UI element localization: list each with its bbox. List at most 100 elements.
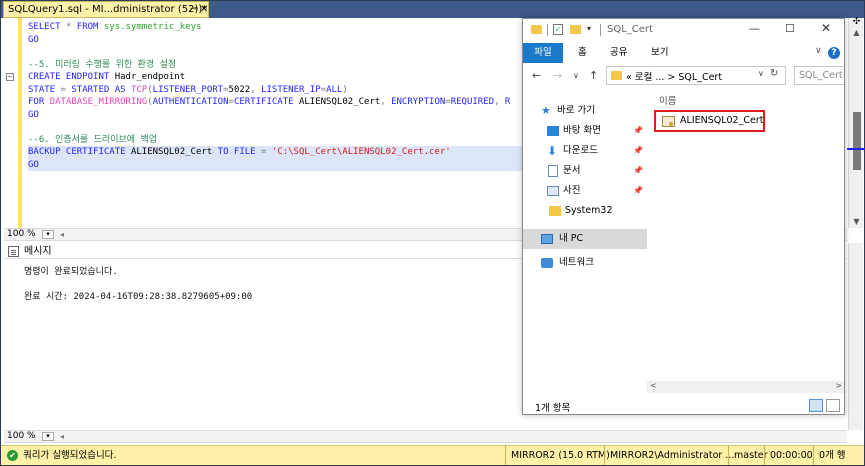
recent-locations-icon[interactable]: ∨	[573, 71, 579, 80]
code-line[interactable]	[28, 46, 528, 59]
query-tab-title: SQLQuery1.sql - MI...dministrator (52))*	[8, 4, 208, 15]
expand-ribbon-icon[interactable]: ∨	[815, 46, 822, 56]
code-token: CERTIFICATE	[233, 97, 299, 107]
nav-downloads-label: 다운로드	[563, 145, 598, 156]
address-path[interactable]: « 로컬 ... > SQL_Cert	[626, 69, 722, 83]
database-name: master	[728, 446, 768, 465]
explorer-title-bar[interactable]: ✓ ▾ SQL_Cert — ☐ ✕	[523, 19, 844, 43]
forward-icon[interactable]: →	[553, 69, 562, 82]
pin-icon[interactable]: 📌	[633, 181, 643, 201]
editor-zoom-value[interactable]: 100 %	[7, 229, 36, 240]
refresh-icon[interactable]: ↻	[770, 68, 778, 79]
messages-icon	[8, 246, 19, 257]
nav-quick-access-label: 바로 가기	[557, 105, 595, 116]
code-line[interactable]: SELECT * FROM sys.symmetric_keys	[28, 21, 528, 34]
scroll-left-icon[interactable]: ◂	[60, 431, 64, 442]
code-token: --6. 인증서를 드라이브에 백업	[28, 134, 158, 145]
pin-icon[interactable]: 📌	[633, 161, 643, 181]
help-icon[interactable]: ?	[828, 47, 840, 59]
explorer-status-bar: 1개 항목	[523, 396, 844, 414]
code-token: GO	[28, 34, 39, 45]
nav-documents[interactable]: 문서 📌	[523, 161, 647, 181]
nav-desktop[interactable]: 바탕 화면 📌	[523, 121, 647, 141]
folder-icon	[611, 71, 622, 80]
close-icon[interactable]: ✕	[200, 2, 208, 17]
tab-file[interactable]: 파일	[523, 43, 563, 63]
code-token: BACKUP CERTIFICATE	[28, 147, 131, 157]
navigation-pane: ★ 바로 가기 바탕 화면 📌 ⬇ 다운로드 📌 문서 📌 사진 📌 Syste…	[523, 93, 647, 393]
scroll-down-icon[interactable]: ▼	[849, 217, 864, 226]
pin-icon[interactable]: 📌	[633, 141, 643, 161]
folder-icon	[549, 206, 561, 216]
chevron-down-icon[interactable]: ∨	[758, 69, 764, 78]
pin-icon[interactable]: ⊸	[190, 2, 198, 17]
query-status-bar: ✔ 쿼리가 실행되었습니다. MIRROR2 (15.0 RTM) MIRROR…	[1, 445, 864, 465]
code-line[interactable]: BACKUP CERTIFICATE ALIENSQL02_Cert TO FI…	[28, 146, 528, 159]
nav-this-pc-label: 내 PC	[559, 233, 584, 244]
large-icons-view-icon[interactable]	[826, 399, 840, 412]
code-token: LISTENER_IP	[261, 84, 321, 95]
nav-downloads[interactable]: ⬇ 다운로드 📌	[523, 141, 647, 161]
name-column-header[interactable]: 이름	[659, 93, 676, 107]
query-tab[interactable]: SQLQuery1.sql - MI...dministrator (52))*…	[3, 1, 209, 18]
minimize-icon[interactable]: —	[749, 22, 760, 35]
scroll-right-icon[interactable]: >	[835, 381, 842, 390]
back-icon[interactable]: ←	[532, 69, 541, 82]
code-line[interactable]: GO	[28, 34, 528, 47]
scroll-up-icon[interactable]: ▲	[849, 28, 864, 37]
collapse-icon[interactable]: −	[6, 73, 14, 81]
chevron-down-icon[interactable]: ▾	[42, 230, 54, 239]
code-line[interactable]: CREATE ENDPOINT Hadr_endpoint	[28, 71, 528, 84]
nav-this-pc[interactable]: 내 PC	[523, 229, 647, 249]
nav-network[interactable]: 네트워크	[523, 253, 647, 273]
computer-icon	[541, 234, 553, 244]
download-icon: ⬇	[547, 144, 558, 158]
code-line[interactable]	[28, 121, 528, 134]
code-line[interactable]: --5. 미러링 수행를 위한 환경 설정	[28, 59, 528, 72]
new-folder-icon[interactable]	[570, 25, 581, 34]
address-bar[interactable]: « 로컬 ... > SQL_Cert ∨ ↻	[606, 66, 786, 85]
code-line[interactable]: GO	[28, 158, 528, 171]
tab-messages[interactable]: 메시지	[8, 245, 52, 259]
up-icon[interactable]: ↑	[589, 69, 598, 82]
code-line[interactable]: --6. 인증서를 드라이브에 백업	[28, 134, 528, 147]
code-area[interactable]: SELECT * FROM sys.symmetric_keys GO --5. …	[28, 21, 528, 171]
code-line[interactable]: GO	[28, 109, 528, 122]
properties-icon[interactable]: ✓	[553, 24, 563, 35]
scroll-position-marker	[847, 148, 865, 150]
scroll-left-icon[interactable]: ◂	[60, 229, 64, 240]
results-zoom-value[interactable]: 100 %	[7, 431, 36, 442]
search-input[interactable]: SQL_Cert	[794, 66, 844, 85]
editor-vertical-scrollbar[interactable]: ✣ ▲ ▼	[847, 18, 865, 228]
details-view-icon[interactable]	[809, 399, 823, 412]
code-token: *	[65, 22, 77, 32]
tab-view[interactable]: 보기	[651, 43, 668, 63]
scroll-left-icon[interactable]: <	[650, 381, 657, 390]
nav-system32[interactable]: System32	[523, 201, 647, 221]
nav-network-label: 네트워크	[559, 257, 594, 268]
code-token: FROM	[76, 22, 104, 32]
code-token: 'C:\SQL_Cert\ALIENSQL02_Cert.cer'	[271, 147, 451, 157]
explorer-horizontal-scrollbar[interactable]: < >	[647, 381, 844, 393]
tab-share[interactable]: 공유	[610, 43, 627, 63]
success-check-icon: ✔	[7, 450, 18, 461]
file-explorer-window[interactable]: ✓ ▾ SQL_Cert — ☐ ✕ 파일 홈 공유 보기 ∨ ? ← → ∨ …	[522, 18, 845, 415]
scroll-thumb[interactable]	[853, 112, 861, 170]
query-status-text: 쿼리가 실행되었습니다.	[23, 450, 117, 461]
quick-access-dropdown-icon[interactable]: ▾	[587, 24, 591, 33]
results-vertical-scrollbar[interactable]	[848, 243, 863, 430]
code-token: DATABASE_MIRRORING	[49, 97, 148, 107]
close-icon[interactable]: ✕	[821, 21, 831, 35]
nav-quick-access[interactable]: ★ 바로 가기	[523, 101, 647, 121]
code-line[interactable]: FOR DATABASE_MIRRORING(AUTHENTICATION=CE…	[28, 96, 528, 109]
change-tracking-bar	[18, 18, 22, 228]
pin-icon[interactable]: 📌	[633, 121, 643, 141]
chevron-down-icon[interactable]: ▾	[42, 432, 54, 441]
nav-pictures[interactable]: 사진 📌	[523, 181, 647, 201]
tab-home[interactable]: 홈	[578, 43, 587, 63]
maximize-icon[interactable]: ☐	[785, 22, 795, 35]
file-item-certificate[interactable]: ALIENSQL02_Cert	[654, 110, 765, 132]
code-token: ALL	[326, 84, 343, 95]
code-line[interactable]: STATE = STARTED AS TCP(LISTENER_PORT=502…	[28, 84, 528, 97]
split-icon[interactable]: ✣	[849, 18, 864, 27]
